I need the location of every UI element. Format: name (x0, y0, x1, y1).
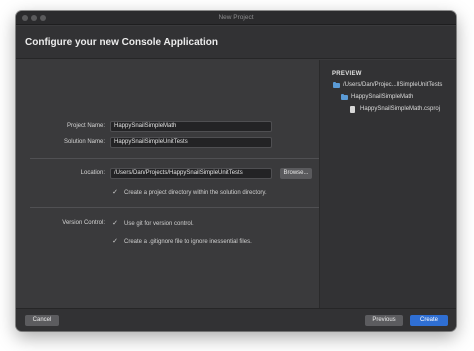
create-directory-checkbox[interactable]: ✓ Create a project directory within the … (111, 189, 316, 197)
version-control-label: Version Control: (62, 220, 105, 226)
folder-icon (333, 82, 340, 88)
configuration-form: Project Name: HappySnailSimpleMath Solut… (16, 60, 319, 308)
use-git-checkbox[interactable]: ✓ Use git for version control. (111, 220, 316, 228)
preview-item-csproj: HappySnailSimpleMath.csproj (350, 105, 455, 114)
preview-title: PREVIEW (332, 71, 362, 77)
cancel-button[interactable]: Cancel (25, 315, 59, 326)
page-title: Configure your new Console Application (25, 37, 218, 48)
divider (30, 207, 319, 208)
dialog-footer: Cancel Previous Create (16, 308, 456, 331)
use-git-label: Use git for version control. (124, 221, 194, 227)
dialog-header: Configure your new Console Application (16, 26, 456, 59)
solution-name-label: Solution Name: (63, 139, 105, 145)
checkmark-icon: ✓ (112, 189, 118, 196)
solution-name-field[interactable]: HappySnailSimpleUnitTests (110, 137, 272, 148)
project-name-field[interactable]: HappySnailSimpleMath (110, 121, 272, 132)
title-bar: New Project (16, 11, 456, 25)
browse-button[interactable]: Browse... (280, 168, 312, 179)
previous-button[interactable]: Previous (365, 315, 403, 326)
window-title: New Project (218, 14, 254, 21)
location-field[interactable]: /Users/Dan/Projects/HappySnailSimpleUnit… (110, 168, 272, 179)
preview-panel: PREVIEW /Users/Dan/Projec...llSimpleUnit… (319, 60, 456, 308)
gitignore-label: Create a .gitignore file to ignore iness… (124, 239, 252, 245)
checkmark-icon: ✓ (112, 238, 118, 245)
location-label: Location: (80, 170, 105, 176)
create-directory-label: Create a project directory within the so… (124, 190, 267, 196)
folder-icon (341, 94, 348, 100)
checkmark-icon: ✓ (112, 220, 118, 227)
preview-item-project-folder: HappySnailSimpleMath (341, 93, 455, 102)
preview-item-label: HappySnailSimpleMath.csproj (360, 106, 441, 112)
preview-item-solution-folder: /Users/Dan/Projec...llSimpleUnitTests (333, 81, 455, 90)
gitignore-checkbox[interactable]: ✓ Create a .gitignore file to ignore ine… (111, 238, 316, 246)
new-project-dialog: New Project Configure your new Console A… (16, 11, 456, 331)
divider (30, 158, 319, 159)
preview-item-label: /Users/Dan/Projec...llSimpleUnitTests (343, 82, 443, 88)
project-name-label: Project Name: (66, 123, 105, 129)
preview-item-label: HappySnailSimpleMath (351, 94, 414, 100)
file-icon (350, 106, 355, 113)
create-button[interactable]: Create (410, 315, 448, 326)
